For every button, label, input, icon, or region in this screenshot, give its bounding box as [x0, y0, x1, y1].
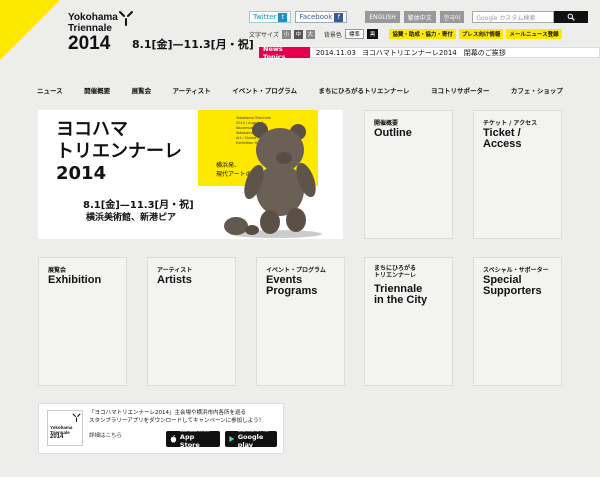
app-logo: Yokohama Triennale 2014 — [47, 410, 83, 446]
tile-en-label: Exhibition — [48, 275, 101, 286]
search-box: Google カスタム検索 — [472, 11, 589, 23]
google-play-big: Google play — [237, 433, 264, 449]
news-topics-bar: News Topics 2014.11.03 ヨコハマトリエンナーレ2014 閉… — [259, 45, 600, 61]
app-message: 「ヨコハマトリエンナーレ2014」主会場や横浜市内各所を巡る スタンプラリーアプ… — [89, 409, 264, 425]
google-play-icon — [229, 436, 235, 442]
bear-sculpture-image — [224, 122, 322, 238]
tile-events-programs[interactable]: イベント・プログラム Events Programs — [256, 257, 345, 386]
app-logo-mark-icon — [72, 413, 81, 422]
lang-chinese[interactable]: 繁体中文 — [403, 11, 436, 23]
bg-standard-button[interactable]: 標準 — [344, 29, 364, 39]
tile-en-line-2: Access — [483, 138, 522, 150]
facebook-icon: f — [334, 12, 344, 22]
global-nav: ニュース 開催概要 展覧会 アーティスト イベント・プログラム まちにひろがるト… — [37, 85, 563, 95]
tile-en-line-1: Exhibition — [48, 274, 102, 286]
search-icon — [567, 13, 576, 21]
app-details-link[interactable]: 詳細はこちら — [89, 431, 122, 439]
tile-triennale-city[interactable]: まちにひろがる トリエンナーレ Triennale in the City — [364, 257, 453, 386]
hero-title-2: トリエンナーレ — [56, 141, 182, 162]
tile-en-line-2: Programs — [266, 285, 318, 297]
hero-venue: 横浜美術館、新港ピア — [86, 213, 177, 223]
google-play-badge[interactable]: ANDROID APP ON Google play — [225, 429, 277, 449]
apple-icon — [170, 435, 177, 443]
tile-en-line-1: Outline — [374, 127, 412, 139]
logo-line-1: Yokohama — [68, 12, 118, 23]
tile-jp-label: イベント・プログラム — [266, 267, 326, 274]
tile-en-label: Artists — [157, 275, 192, 286]
festival-dates: 8.1[金]—11.3[月・祝] — [132, 38, 254, 51]
site-logo[interactable]: Yokohama Triennale 2014 — [68, 12, 118, 54]
search-button[interactable] — [554, 11, 589, 23]
tile-artists[interactable]: アーティスト Artists — [147, 257, 236, 386]
tile-outline[interactable]: 開催概要 Outline — [364, 110, 453, 239]
font-size-large[interactable]: 大 — [305, 29, 315, 39]
facebook-label: Facebook — [299, 13, 333, 21]
app-message-1: 「ヨコハマトリエンナーレ2014」主会場や横浜市内各所を巡る — [89, 410, 246, 416]
font-size-label: 文字サイズ — [249, 31, 279, 39]
hero-title-3: 2014 — [56, 163, 107, 184]
font-size-small[interactable]: 小 — [281, 29, 291, 39]
support-button[interactable]: 協賛・助成・協力・寄付 — [389, 29, 456, 39]
tile-en-line-1: Artists — [157, 274, 192, 286]
app-store-big: App Store — [179, 433, 200, 449]
bg-color-label: 背景色 — [323, 31, 342, 39]
tile-jp-label: 展覧会 — [48, 267, 67, 274]
tile-jp-label: チケット / アクセス — [483, 120, 538, 127]
tile-jp-label: 開催概要 — [374, 120, 399, 127]
search-input[interactable]: Google カスタム検索 — [472, 11, 555, 23]
app-logo-year: 2014 — [50, 434, 64, 440]
hero-banner[interactable]: ヨコハマ トリエンナーレ 2014 Yokohama Triennale 201… — [38, 110, 343, 239]
nav-outline[interactable]: 開催概要 — [84, 85, 110, 95]
header-toolbar: Twitter t Facebook f ENGLISH 繁体中文 한국어 Go… — [249, 11, 589, 23]
tile-exhibition[interactable]: 展覧会 Exhibition — [38, 257, 127, 386]
facebook-button[interactable]: Facebook f — [295, 11, 348, 23]
nav-cafe-shop[interactable]: カフェ・ショップ — [511, 85, 563, 95]
nav-supporters[interactable]: ヨコトリサポーター — [431, 85, 490, 95]
logo-year: 2014 — [68, 33, 111, 54]
app-store-badge[interactable]: Download on the App Store — [166, 429, 220, 449]
corner-accent — [0, 0, 60, 60]
bg-black-button[interactable]: 黒 — [366, 29, 379, 39]
tile-en-label: Outline — [374, 128, 412, 139]
logo-mark-icon — [119, 11, 133, 26]
lang-english[interactable]: ENGLISH — [365, 11, 400, 23]
hero-dates: 8.1[金]—11.3[月・祝] — [83, 200, 194, 211]
press-button[interactable]: プレス向け情報 — [458, 29, 504, 39]
twitter-button[interactable]: Twitter t — [249, 11, 292, 23]
hero-title-1: ヨコハマ — [56, 119, 128, 140]
newsletter-button[interactable]: メールニュース登録 — [506, 29, 562, 39]
tile-jp-label: スペシャル・サポーター — [483, 267, 549, 274]
app-message-2: スタンプラリーアプリをダウンロードしてキャンペーンに参加しよう！ — [89, 418, 265, 424]
tile-jp-label: まちにひろがる トリエンナーレ — [374, 265, 417, 279]
news-topics-tag: News Topics — [259, 45, 310, 61]
tile-ticket-access[interactable]: チケット / アクセス Ticket / Access — [473, 110, 562, 239]
tile-en-label: Ticket / Access — [483, 128, 522, 150]
news-topic-link[interactable]: 2014.11.03 ヨコハマトリエンナーレ2014 閉幕のご挨拶 — [309, 47, 600, 58]
news-text: ヨコハマトリエンナーレ2014 閉幕のご挨拶 — [361, 48, 506, 57]
font-size-medium[interactable]: 中 — [293, 29, 303, 39]
nav-artists[interactable]: アーティスト — [173, 85, 211, 95]
accessibility-bar: 文字サイズ 小 中 大 背景色 標準 黒 協賛・助成・協力・寄付 プレス向け情報… — [249, 29, 562, 39]
hero-title: ヨコハマ トリエンナーレ 2014 — [56, 119, 182, 185]
twitter-icon: t — [278, 12, 288, 22]
tile-special-supporters[interactable]: スペシャル・サポーター Special Supporters — [473, 257, 562, 386]
tile-jp-label: アーティスト — [157, 267, 193, 274]
twitter-label: Twitter — [253, 13, 277, 21]
nav-triennale-city[interactable]: まちにひろがるトリエンナーレ — [319, 85, 410, 95]
app-promo: Yokohama Triennale 2014 「ヨコハマトリエンナーレ2014… — [38, 403, 284, 454]
tile-en-label: Triennale in the City — [374, 284, 427, 306]
tile-en-label: Special Supporters — [483, 275, 542, 297]
tile-en-line-2: Supporters — [483, 285, 542, 297]
nav-exhibition[interactable]: 展覧会 — [132, 85, 152, 95]
nav-news[interactable]: ニュース — [37, 85, 63, 95]
tile-en-line-2: in the City — [374, 294, 428, 306]
nav-events[interactable]: イベント・プログラム — [232, 85, 297, 95]
tile-en-label: Events Programs — [266, 275, 317, 297]
lang-korean[interactable]: 한국어 — [439, 11, 465, 23]
news-date: 2014.11.03 — [315, 48, 356, 57]
